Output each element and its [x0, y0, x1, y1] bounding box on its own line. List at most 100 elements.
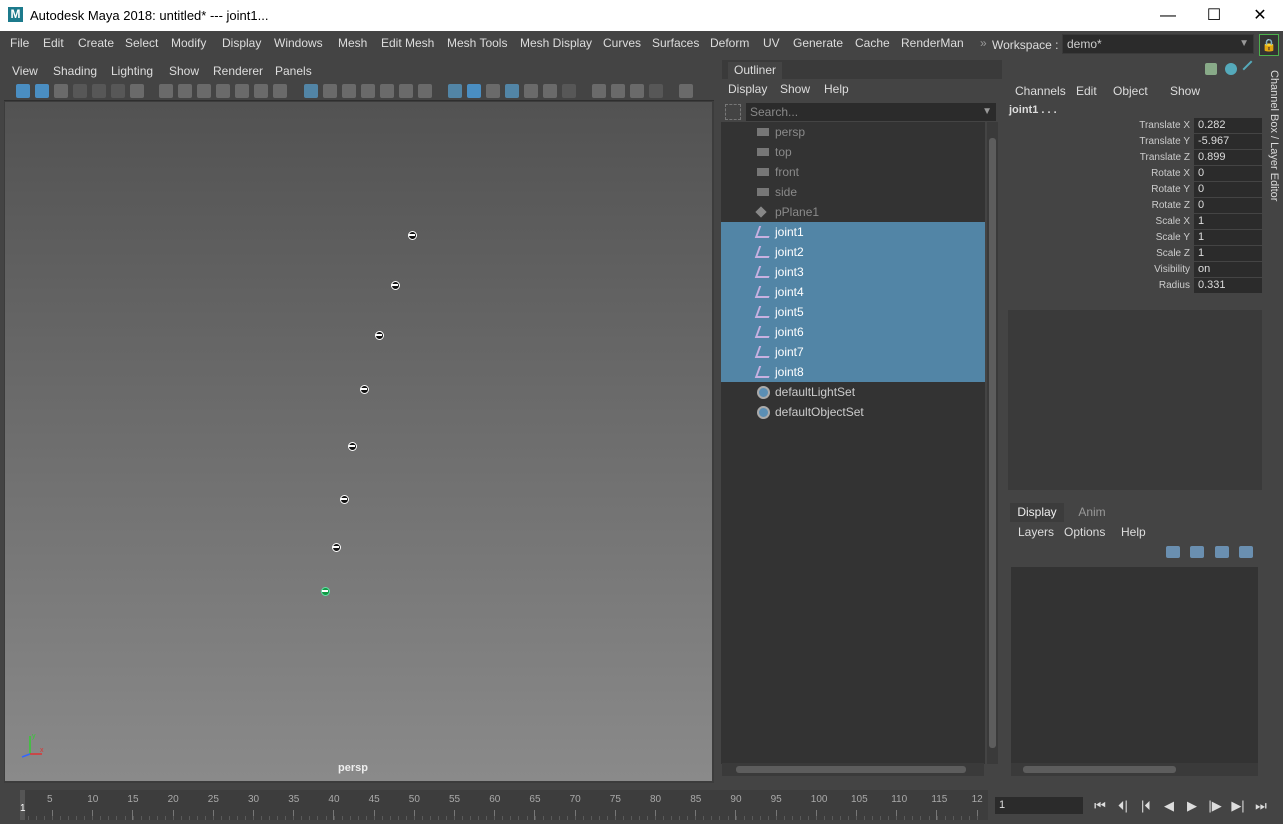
- channel-box-node-name[interactable]: joint1 . . .: [1009, 104, 1057, 116]
- shadows-icon[interactable]: [562, 84, 576, 98]
- grid-icon[interactable]: [304, 84, 318, 98]
- outliner-menu-display[interactable]: Display: [728, 82, 767, 96]
- channel-value-field[interactable]: 0: [1194, 198, 1262, 213]
- cb-menu-channels[interactable]: Channels: [1015, 84, 1066, 98]
- outliner-item[interactable]: joint3: [721, 262, 985, 282]
- outliner-item[interactable]: joint5: [721, 302, 985, 322]
- menu-modify[interactable]: Modify: [171, 36, 206, 50]
- joint-marker-joint8[interactable]: [321, 587, 330, 596]
- channel-box-side-tab[interactable]: Channel Box / Layer Editor: [1265, 60, 1283, 212]
- outliner-item[interactable]: joint7: [721, 342, 985, 362]
- lock-icon[interactable]: 🔒: [1259, 34, 1279, 56]
- channel-value-field[interactable]: 1: [1194, 246, 1262, 261]
- new-layer-icon[interactable]: [1215, 546, 1229, 558]
- outliner-item[interactable]: joint1: [721, 222, 985, 242]
- joint-marker-joint2[interactable]: [391, 281, 400, 290]
- menu-edit[interactable]: Edit: [43, 36, 64, 50]
- gate-mask-icon[interactable]: [361, 84, 375, 98]
- channel-box-toggle-icon[interactable]: [1205, 63, 1217, 75]
- isolate-icon[interactable]: [178, 84, 192, 98]
- 2d-pan-zoom-icon[interactable]: [92, 84, 106, 98]
- step-back-key-button[interactable]: ⏴|: [1113, 797, 1133, 815]
- vp-menu-shading[interactable]: Shading: [53, 64, 97, 78]
- go-to-start-button[interactable]: ⏮: [1090, 797, 1110, 815]
- menu-curves[interactable]: Curves: [603, 36, 641, 50]
- paint-icon[interactable]: [273, 84, 287, 98]
- menu-display[interactable]: Display: [222, 36, 261, 50]
- outliner-search-input[interactable]: Search... ▼: [746, 103, 996, 121]
- current-frame-field[interactable]: 1: [995, 797, 1083, 814]
- anti-aliasing-icon[interactable]: [630, 84, 644, 98]
- vp-menu-lighting[interactable]: Lighting: [111, 64, 153, 78]
- outliner-vertical-scrollbar[interactable]: [987, 122, 998, 764]
- chevron-down-icon[interactable]: ▼: [982, 103, 992, 121]
- outliner-tab[interactable]: Outliner: [722, 60, 1002, 79]
- layer-menu-help[interactable]: Help: [1121, 525, 1146, 539]
- lights-icon[interactable]: [543, 84, 557, 98]
- layer-menu-layers[interactable]: Layers: [1018, 525, 1054, 539]
- menu-windows[interactable]: Windows: [274, 36, 323, 50]
- snapshot-icon[interactable]: [130, 84, 144, 98]
- image-plane-icon[interactable]: [73, 84, 87, 98]
- wireframe-on-shaded-icon[interactable]: [505, 84, 519, 98]
- resolution-gate-icon[interactable]: [342, 84, 356, 98]
- outliner-item[interactable]: joint8: [721, 362, 985, 382]
- channel-value-field[interactable]: 0.331: [1194, 278, 1262, 293]
- channel-name[interactable]: Translate Y: [1070, 136, 1190, 147]
- menu-select[interactable]: Select: [125, 36, 158, 50]
- outliner-item[interactable]: persp: [721, 122, 985, 142]
- go-to-end-button[interactable]: ⏭: [1251, 797, 1271, 815]
- menu-overflow-icon[interactable]: »: [980, 36, 987, 50]
- channel-name[interactable]: Rotate Z: [1070, 200, 1190, 211]
- menu-create[interactable]: Create: [78, 36, 114, 50]
- safe-action-icon[interactable]: [399, 84, 413, 98]
- channel-value-field[interactable]: 0: [1194, 182, 1262, 197]
- channel-row[interactable]: Translate Y -5.967: [1008, 134, 1262, 150]
- move-layer-up-icon[interactable]: [1166, 546, 1180, 558]
- film-gate-icon[interactable]: [323, 84, 337, 98]
- minimize-button[interactable]: —: [1145, 0, 1191, 31]
- outliner-item[interactable]: top: [721, 142, 985, 162]
- channel-value-field[interactable]: -5.967: [1194, 134, 1262, 149]
- attribute-editor-toggle-icon[interactable]: [1225, 63, 1237, 75]
- new-layer-from-selected-icon[interactable]: [1239, 546, 1253, 558]
- ambient-occlusion-icon[interactable]: [592, 84, 606, 98]
- outliner-menu-show[interactable]: Show: [780, 82, 810, 96]
- scrollbar-thumb[interactable]: [736, 766, 966, 773]
- menu-mesh-display[interactable]: Mesh Display: [520, 36, 592, 50]
- channel-value-field[interactable]: 0.282: [1194, 118, 1262, 133]
- timeline-ruler[interactable]: 5 10 15 20 25 30 35 40 45 50 55 60 65 70 75 80 85 90 95 100…: [20, 790, 988, 820]
- motion-blur-icon[interactable]: [611, 84, 625, 98]
- field-chart-icon[interactable]: [380, 84, 394, 98]
- channel-row[interactable]: Rotate Z 0: [1008, 198, 1262, 214]
- play-forwards-button[interactable]: ▶: [1182, 797, 1202, 815]
- joint-marker-joint6[interactable]: [340, 495, 349, 504]
- menu-generate[interactable]: Generate: [793, 36, 843, 50]
- channel-row[interactable]: Visibility on: [1008, 262, 1262, 278]
- grease-pencil-icon[interactable]: [111, 84, 125, 98]
- workspace-select[interactable]: demo* ▼: [1062, 34, 1254, 54]
- step-forward-frame-button[interactable]: |▶: [1205, 797, 1225, 815]
- menu-uv[interactable]: UV: [763, 36, 780, 50]
- outliner-item[interactable]: defaultObjectSet: [721, 402, 985, 422]
- scrollbar-thumb[interactable]: [1023, 766, 1176, 773]
- select-camera-icon[interactable]: [16, 84, 30, 98]
- channel-row[interactable]: Translate X 0.282: [1008, 118, 1262, 134]
- camera-attributes-icon[interactable]: [35, 84, 49, 98]
- channel-value-field[interactable]: 0.899: [1194, 150, 1262, 165]
- camera-icon[interactable]: [159, 84, 173, 98]
- cb-menu-object[interactable]: Object: [1113, 84, 1148, 98]
- bookmark-icon[interactable]: [216, 84, 230, 98]
- menu-mesh[interactable]: Mesh: [338, 36, 367, 50]
- step-forward-key-button[interactable]: ▶|: [1228, 797, 1248, 815]
- vp-menu-show[interactable]: Show: [169, 64, 199, 78]
- channel-value-field[interactable]: 1: [1194, 230, 1262, 245]
- channel-row[interactable]: Rotate X 0: [1008, 166, 1262, 182]
- menu-surfaces[interactable]: Surfaces: [652, 36, 699, 50]
- wireframe-icon[interactable]: [448, 84, 462, 98]
- outliner-item[interactable]: front: [721, 162, 985, 182]
- outliner-horizontal-scrollbar[interactable]: [722, 763, 984, 776]
- joint-marker-joint1[interactable]: [408, 231, 417, 240]
- layer-menu-options[interactable]: Options: [1064, 525, 1105, 539]
- outliner-menu-help[interactable]: Help: [824, 82, 849, 96]
